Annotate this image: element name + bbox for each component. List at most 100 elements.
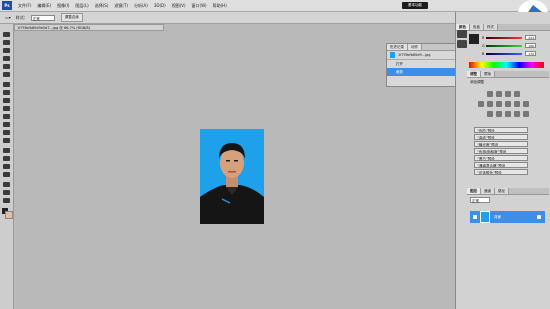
layer-name: 背景 <box>494 214 501 219</box>
menu-analysis[interactable]: 分析(A) <box>134 3 148 9</box>
menu-edit[interactable]: 编辑(E) <box>37 3 51 9</box>
tab-swatches[interactable]: 色板 <box>470 24 484 30</box>
gradient-map-icon[interactable] <box>514 111 520 117</box>
gradient-tool-icon[interactable] <box>3 122 10 127</box>
history-step-label: 打开 <box>396 61 403 66</box>
black-white-icon[interactable] <box>505 101 511 107</box>
move-tool-icon[interactable] <box>3 32 10 37</box>
invert-icon[interactable] <box>487 111 493 117</box>
eye-visibility-icon[interactable] <box>473 215 477 219</box>
blend-mode-select[interactable]: 正常 <box>470 197 490 203</box>
brightness-contrast-icon[interactable] <box>487 91 493 97</box>
preset-channel-mixer[interactable]: “通道混合器”预设 <box>474 162 528 168</box>
vibrance-icon[interactable] <box>478 101 484 107</box>
preset-curves[interactable]: “曲线”预设 <box>474 134 528 140</box>
photo-filter-icon[interactable] <box>514 101 520 107</box>
menu-file[interactable]: 文件(F) <box>18 3 31 9</box>
green-slider[interactable]: G 190 <box>482 43 536 48</box>
add-adjustment-label: 添加调整 <box>470 80 484 84</box>
tab-adjustments[interactable]: 调整 <box>467 71 481 77</box>
lasso-tool-icon[interactable] <box>3 48 10 53</box>
channel-mixer-icon[interactable] <box>523 101 529 107</box>
tab-layers[interactable]: 图层 <box>467 188 481 194</box>
tab-channels[interactable]: 通道 <box>481 188 495 194</box>
posterize-icon[interactable] <box>496 111 502 117</box>
menu-filter[interactable]: 滤镜(T) <box>114 3 128 9</box>
path-select-tool-icon[interactable] <box>3 164 10 169</box>
preset-levels[interactable]: “色阶”预设 <box>474 127 528 133</box>
tab-styles[interactable]: 样式 <box>484 24 498 30</box>
threshold-icon[interactable] <box>505 111 511 117</box>
background-color-swatch[interactable] <box>5 211 13 219</box>
preset-hue-saturation[interactable]: “色相/饱和度”预设 <box>474 148 528 154</box>
quick-select-tool-icon[interactable] <box>3 56 10 61</box>
layers-panel-header: 图层 通道 路径 <box>467 188 549 195</box>
lock-icon <box>537 215 541 219</box>
red-value-field[interactable]: 224 <box>525 35 536 40</box>
history-step-open[interactable]: 打开 <box>387 59 455 68</box>
blur-tool-icon[interactable] <box>3 130 10 135</box>
hue-saturation-icon[interactable] <box>487 101 493 107</box>
tab-paths[interactable]: 路径 <box>495 188 509 194</box>
crop-tool-icon[interactable] <box>3 64 10 69</box>
green-value-field[interactable]: 190 <box>525 43 536 48</box>
exposure-icon[interactable] <box>514 91 520 97</box>
shape-tool-icon[interactable] <box>3 172 10 177</box>
tab-masks[interactable]: 蒙版 <box>481 71 495 77</box>
color-spectrum-bar[interactable] <box>469 62 544 68</box>
menu-select[interactable]: 选择(S) <box>95 3 109 9</box>
adjustments-panel-header: 调整 蒙版 <box>467 71 549 78</box>
3d-rotate-tool-icon[interactable] <box>3 182 10 187</box>
blue-slider[interactable]: B 172 <box>482 51 536 56</box>
brush-tool-icon[interactable] <box>3 90 10 95</box>
color-balance-icon[interactable] <box>496 101 502 107</box>
document-tab[interactable]: 1f7f3bfb65d9e5d7...jpg @ 66.7% (RGB/8) <box>14 24 164 31</box>
healing-brush-tool-icon[interactable] <box>3 82 10 87</box>
selective-color-icon[interactable] <box>523 111 529 117</box>
style-label: 样式： <box>15 14 28 20</box>
tab-actions[interactable]: 动作 <box>408 44 422 50</box>
clone-stamp-tool-icon[interactable] <box>3 98 10 103</box>
curves-icon[interactable] <box>505 91 511 97</box>
eraser-tool-icon[interactable] <box>3 114 10 119</box>
refine-edge-button[interactable]: 调整边缘 <box>60 13 83 22</box>
zoom-tool-icon[interactable] <box>3 198 10 203</box>
red-slider-track[interactable] <box>486 36 522 39</box>
dodge-tool-icon[interactable] <box>3 138 10 143</box>
layer-thumbnail <box>480 211 490 223</box>
snapshot-thumbnail-icon <box>390 52 395 58</box>
preset-selective-color[interactable]: “可选颜色”预设 <box>474 169 528 175</box>
blue-slider-track[interactable] <box>486 52 522 55</box>
pen-tool-icon[interactable] <box>3 148 10 153</box>
menu-3d[interactable]: 3D(D) <box>154 3 166 8</box>
color-foreground-swatch[interactable] <box>469 34 479 44</box>
green-slider-track[interactable] <box>486 44 522 47</box>
blue-value-field[interactable]: 172 <box>525 51 536 56</box>
menu-view[interactable]: 视图(V) <box>172 3 186 9</box>
preset-black-white[interactable]: “黑白”预设 <box>474 155 528 161</box>
preset-exposure[interactable]: “曝光度”预设 <box>474 141 528 147</box>
workspace-button[interactable]: 基本功能 <box>402 2 428 9</box>
hand-tool-icon[interactable] <box>3 190 10 195</box>
id-photo-image[interactable] <box>200 129 264 224</box>
levels-icon[interactable] <box>496 91 502 97</box>
eyedropper-tool-icon[interactable] <box>3 72 10 77</box>
history-brush-tool-icon[interactable] <box>3 106 10 111</box>
panel-collapse-icon-1[interactable] <box>457 30 467 38</box>
menu-window[interactable]: 窗口(W) <box>192 3 207 9</box>
layer-row-background[interactable]: 背景 <box>470 211 545 223</box>
menu-image[interactable]: 图像(I) <box>57 3 69 9</box>
menu-help[interactable]: 帮助(H) <box>213 3 227 9</box>
menu-layer[interactable]: 图层(L) <box>75 3 88 9</box>
red-slider[interactable]: R 224 <box>482 35 536 40</box>
tab-history[interactable]: 历史记录 <box>387 44 408 50</box>
marquee-tool-icon[interactable] <box>3 40 10 45</box>
history-step-crop[interactable]: 裁剪 <box>387 68 455 76</box>
tool-preset-icon[interactable]: ▭▾ <box>5 15 11 20</box>
history-snapshot[interactable]: 1f7f3bfb65d9...jpg <box>387 51 455 59</box>
menu-bar: Ps 文件(F) 编辑(E) 图像(I) 图层(L) 选择(S) 滤镜(T) 分… <box>0 0 550 12</box>
type-tool-icon[interactable] <box>3 156 10 161</box>
history-snapshot-label: 1f7f3bfb65d9...jpg <box>398 53 431 57</box>
panel-collapse-icon-2[interactable] <box>457 40 467 48</box>
style-select[interactable]: 正常 <box>30 14 55 21</box>
